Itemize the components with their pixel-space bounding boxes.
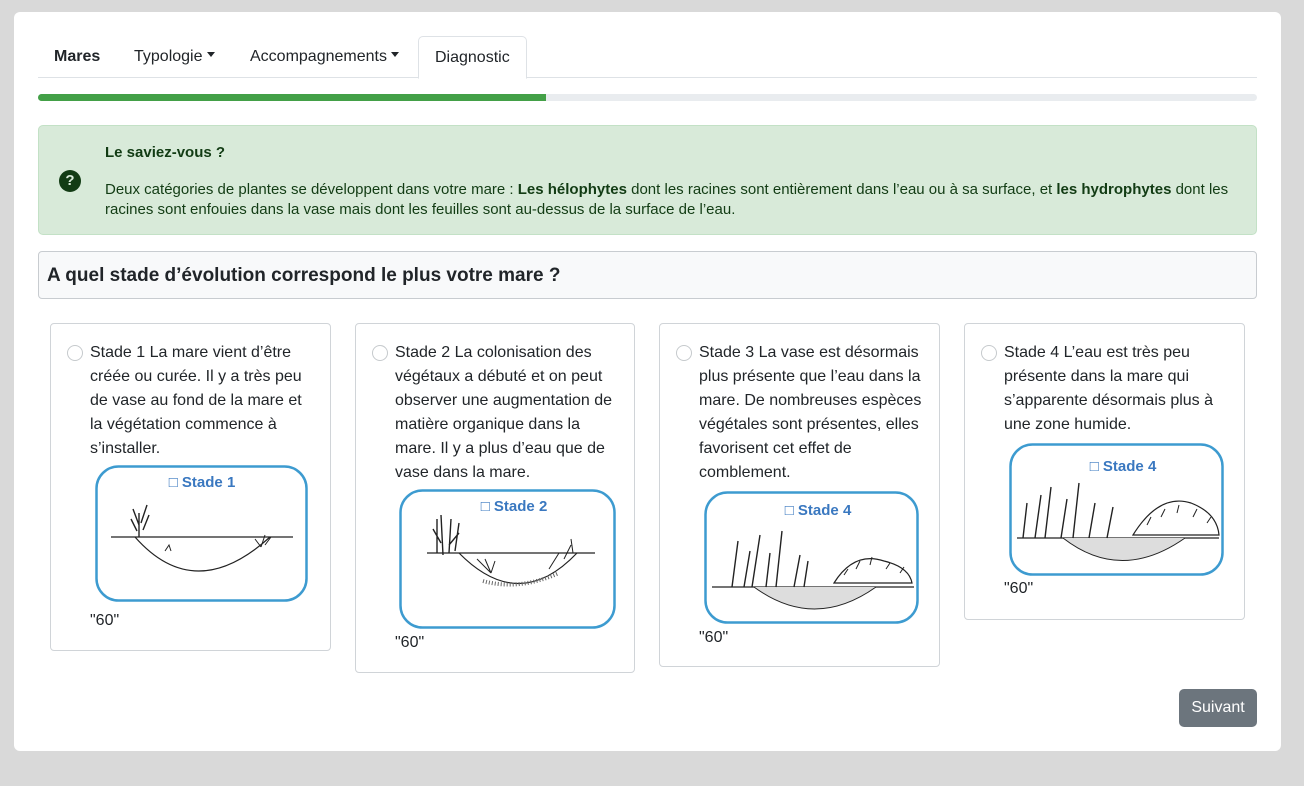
option-text-line: Stade 1 La mare vient d’être xyxy=(90,344,292,361)
question-circle-icon: ? xyxy=(59,170,81,192)
stade-4-illustration: □ Stade 4 xyxy=(1009,443,1224,576)
option-text-line: Stade 2 La colonisation des xyxy=(395,344,592,361)
option-text-line: mare. Il y a plus d’eau que de xyxy=(395,440,605,457)
caret-down-icon xyxy=(206,52,215,58)
caret-down-icon xyxy=(390,52,399,58)
stade-3-illustration: □ Stade 4 xyxy=(704,491,919,624)
progress-bar xyxy=(38,94,547,101)
option-value: "60" xyxy=(699,629,729,646)
tab-mares[interactable]: Mares xyxy=(38,36,116,78)
option-text-line: matière organique dans la xyxy=(395,416,581,433)
tab-typologie-label: Typologie xyxy=(134,48,203,65)
alert-bold-helophytes: Les hélophytes xyxy=(517,181,627,198)
alert-text-part: Deux catégories de plantes se développen… xyxy=(105,181,518,198)
radio-stade-2[interactable] xyxy=(372,345,388,361)
alert-title: Le saviez-vous ? xyxy=(105,144,226,161)
stade-2-illustration: □ Stade 2 xyxy=(399,489,616,629)
option-text-line: végétaux a débuté et on peut xyxy=(395,368,603,385)
option-text: Stade 1 La mare vient d’être créée ou cu… xyxy=(90,341,302,461)
option-text-line: la végétation commence à xyxy=(90,416,277,433)
tab-accompagnements[interactable]: Accompagnements xyxy=(234,36,415,78)
option-text-line: mare. De nombreuses espèces xyxy=(699,392,922,409)
stade-1-image-label: □ Stade 1 xyxy=(169,474,236,491)
option-text-line: s’apparente désormais plus à xyxy=(1004,392,1214,409)
option-text-line: créée ou curée. Il y a très peu xyxy=(90,368,302,385)
tab-accompagnements-label: Accompagnements xyxy=(250,48,387,65)
progress-track xyxy=(38,94,1257,101)
stade-3-image-label: □ Stade 4 xyxy=(785,502,852,519)
radio-stade-3[interactable] xyxy=(676,345,692,361)
question-title: A quel stade d’évolution correspond le p… xyxy=(38,251,1257,299)
option-text-line: observer une augmentation de xyxy=(395,392,613,409)
alert-text-part: dont les racines sont entièrement dans l… xyxy=(626,181,1057,198)
option-text-line: une zone humide. xyxy=(1004,416,1132,433)
option-text-line: favorisent cet effet de xyxy=(699,440,852,457)
option-text-line: de vase au fond de la mare et xyxy=(90,392,302,409)
option-text-line: s’installer. xyxy=(90,440,161,457)
option-text: Stade 4 L’eau est très peu présente dans… xyxy=(1004,341,1213,437)
radio-stade-4[interactable] xyxy=(981,345,997,361)
option-value: "60" xyxy=(395,634,425,651)
option-text: Stade 2 La colonisation des végétaux a d… xyxy=(395,341,612,485)
main-card: Mares Typologie Accompagnements Diagnost… xyxy=(14,12,1281,751)
option-stade-1[interactable]: Stade 1 La mare vient d’être créée ou cu… xyxy=(50,323,331,651)
option-value: "60" xyxy=(1004,580,1034,597)
option-text-line: plus présente que l’eau dans la xyxy=(699,368,921,385)
option-stade-4[interactable]: Stade 4 L’eau est très peu présente dans… xyxy=(964,323,1245,620)
tab-diagnostic-label: Diagnostic xyxy=(435,49,510,66)
next-button[interactable]: Suivant xyxy=(1179,689,1257,727)
option-stade-2[interactable]: Stade 2 La colonisation des végétaux a d… xyxy=(355,323,635,673)
option-value: "60" xyxy=(90,612,120,629)
option-stade-3[interactable]: Stade 3 La vase est désormais plus prése… xyxy=(659,323,940,667)
stade-4-image-label: □ Stade 4 xyxy=(1090,458,1157,475)
nav-tabs: Mares Typologie Accompagnements Diagnost… xyxy=(38,36,1257,79)
option-text: Stade 3 La vase est désormais plus prése… xyxy=(699,341,921,485)
stade-1-illustration: □ Stade 1 xyxy=(95,465,308,602)
tab-diagnostic[interactable]: Diagnostic xyxy=(418,36,527,79)
radio-stade-1[interactable] xyxy=(67,345,83,361)
tab-typologie[interactable]: Typologie xyxy=(118,36,231,78)
option-text-line: comblement. xyxy=(699,464,791,481)
info-alert: ? Le saviez-vous ? Deux catégories de pl… xyxy=(38,125,1257,235)
option-text-line: présente dans la mare qui xyxy=(1004,368,1189,385)
stade-2-image-label: □ Stade 2 xyxy=(481,498,548,515)
option-text-line: végétales sont présentes, elles xyxy=(699,416,919,433)
alert-bold-hydrophytes: les hydrophytes xyxy=(1056,181,1172,198)
tab-mares-label: Mares xyxy=(54,48,101,65)
option-text-line: Stade 3 La vase est désormais xyxy=(699,344,919,361)
option-text-line: Stade 4 L’eau est très peu xyxy=(1004,344,1190,361)
alert-text: Deux catégories de plantes se développen… xyxy=(105,180,1235,220)
option-text-line: vase dans la mare. xyxy=(395,464,531,481)
